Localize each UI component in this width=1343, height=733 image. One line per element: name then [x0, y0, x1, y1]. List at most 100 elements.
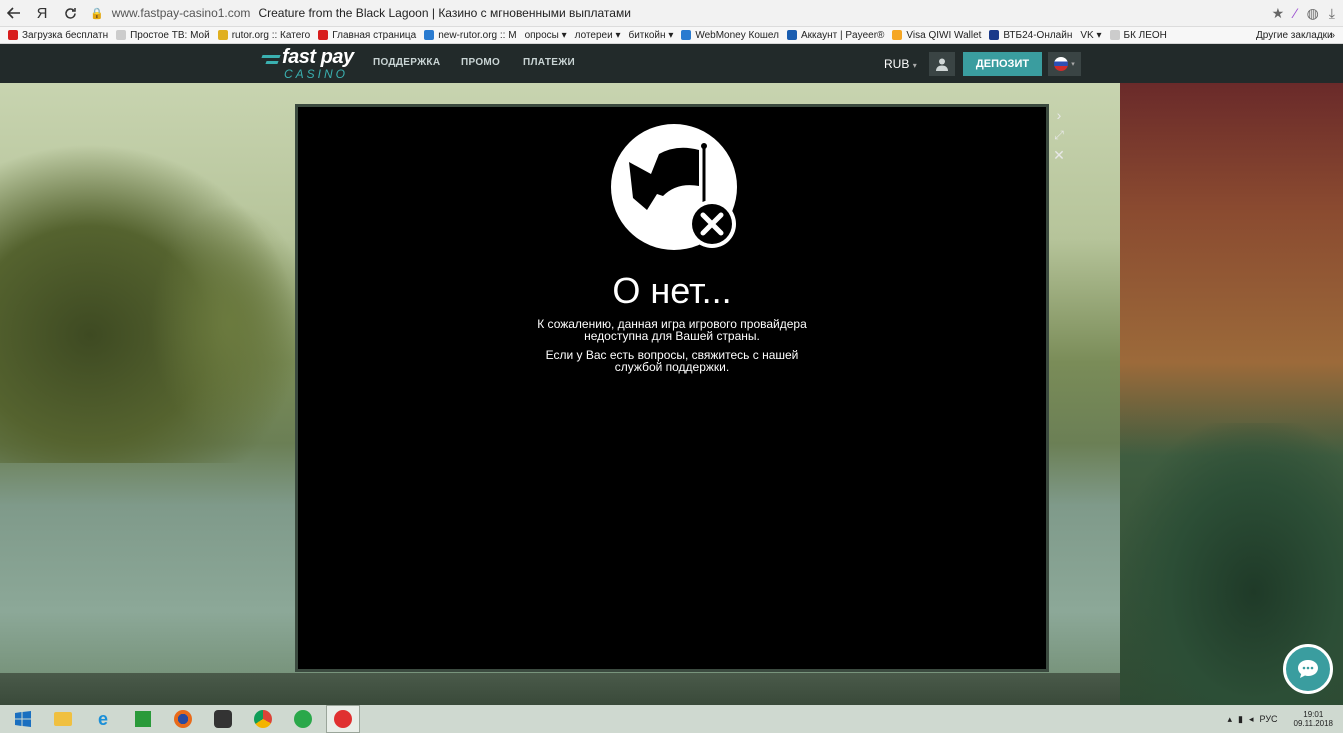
close-icon[interactable]: ✕ — [1053, 146, 1065, 164]
game-controls: › ⤢ ✕ — [1051, 106, 1067, 164]
error-title: О нет... — [612, 270, 732, 311]
error-line: недоступна для Вашей страны. — [584, 329, 760, 343]
chrome-taskbar-icon[interactable] — [246, 705, 280, 733]
bookmark-favicon-icon — [989, 30, 1000, 40]
bookmark-label: Загрузка бесплатн — [22, 29, 109, 41]
url-field[interactable]: 🔒 www.fastpay-casino1.com Creature from … — [90, 3, 1230, 23]
nox-taskbar-icon[interactable] — [206, 705, 240, 733]
taskbar: e ▴ ▮ ◂ РУС 19:01 09.11.2018 — [0, 705, 1343, 733]
bookmark-item[interactable]: VK ▾ — [1080, 30, 1101, 41]
a-app-taskbar-icon[interactable] — [286, 705, 320, 733]
user-button[interactable] — [929, 52, 955, 76]
bookmark-label: Visa QIWI Wallet — [906, 29, 982, 41]
nav-support[interactable]: ПОДДЕРЖКА — [373, 57, 440, 68]
back-button[interactable] — [0, 0, 28, 27]
yandex-button[interactable]: Я — [28, 0, 56, 27]
ie-taskbar-icon[interactable]: e — [86, 705, 120, 733]
browser-address-bar: Я 🔒 www.fastpay-casino1.com Creature fro… — [0, 0, 1343, 27]
bookmark-favicon-icon — [1109, 30, 1120, 40]
error-message: К сожалению, данная игра игрового провай… — [298, 318, 1046, 342]
chat-button[interactable] — [1283, 644, 1333, 694]
chevron-right-icon[interactable]: › — [1057, 106, 1062, 124]
bookmark-label: Главная страница — [332, 29, 417, 41]
language-indicator[interactable]: РУС — [1260, 714, 1278, 724]
logo-fast: fast pay — [282, 46, 354, 68]
bookmark-favicon-icon — [116, 30, 127, 40]
reload-icon — [64, 7, 76, 19]
star-icon[interactable]: ★ — [1272, 5, 1285, 22]
lock-icon: 🔒 — [90, 7, 104, 20]
bookmark-label: VK ▾ — [1080, 29, 1102, 41]
bookmark-item[interactable]: БК ЛЕОН — [1109, 29, 1167, 41]
bookmark-label: опросы ▾ — [524, 29, 567, 41]
bookmark-label: rutor.org :: Катего — [231, 29, 311, 41]
user-icon — [936, 58, 948, 71]
bookmark-label: new-rutor.org :: М — [438, 29, 517, 41]
support-line: службой поддержки. — [614, 360, 730, 374]
bookmark-favicon-icon — [8, 30, 18, 40]
chevron-down-icon: ▾ — [1071, 61, 1075, 68]
store-taskbar-icon[interactable] — [126, 705, 160, 733]
page-title: Creature from the Black Lagoon | Казино … — [258, 6, 631, 20]
bookmark-favicon-icon — [318, 30, 329, 40]
deposit-button[interactable]: ДЕПОЗИТ — [963, 52, 1042, 76]
chevron-down-icon: ▾ — [912, 61, 917, 70]
bookmark-item[interactable]: rutor.org :: Катего — [217, 29, 311, 41]
site-header: fast pay CASINO ПОДДЕРЖКА ПРОМО ПЛАТЕЖИ … — [0, 44, 1343, 83]
other-bookmarks[interactable]: Другие закладки — [1256, 30, 1333, 41]
currency-label: RUB — [884, 57, 910, 71]
bookmark-item[interactable]: Visa QIWI Wallet — [892, 30, 981, 41]
bookmark-favicon-icon — [217, 30, 228, 40]
bookmark-label: биткойн ▾ — [628, 29, 674, 41]
bookmark-favicon-icon — [681, 30, 692, 40]
reload-button[interactable] — [56, 0, 84, 27]
flag-error-icon — [629, 143, 736, 248]
bookmark-label: WebMoney Кошел — [695, 29, 779, 41]
bookmark-item[interactable]: Загрузка бесплатн — [8, 30, 108, 41]
nav-promo[interactable]: ПРОМО — [461, 57, 500, 68]
bookmark-item[interactable]: Аккаунт | Payeer® — [787, 30, 884, 41]
nav-payments[interactable]: ПЛАТЕЖИ — [523, 57, 575, 68]
chat-icon — [1298, 660, 1318, 678]
fullscreen-icon[interactable]: ⤢ — [1054, 126, 1064, 144]
error-illustration — [611, 124, 737, 250]
volume-icon[interactable]: ◂ — [1249, 714, 1254, 725]
bookmark-favicon-icon — [424, 30, 435, 40]
site-logo[interactable]: fast pay CASINO — [261, 46, 362, 82]
clock-date: 09.11.2018 — [1293, 719, 1333, 728]
firefox-taskbar-icon[interactable] — [166, 705, 200, 733]
bookmark-item[interactable]: Простое ТВ: Мой — [116, 30, 210, 41]
start-button[interactable] — [6, 705, 40, 733]
download-icon[interactable]: ⤓ — [1329, 5, 1335, 22]
bookmark-item[interactable]: лотереи ▾ — [575, 30, 621, 41]
bookmark-item[interactable]: опросы ▾ — [525, 30, 567, 41]
url-host: www.fastpay-casino1.com — [111, 6, 251, 20]
system-tray: ▴ ▮ ◂ РУС 19:01 09.11.2018 — [1228, 710, 1343, 728]
bookmark-item[interactable]: ВТБ24-Онлайн — [989, 30, 1072, 41]
bookmark-favicon-icon — [892, 30, 903, 40]
globe-icon[interactable]: ◍ — [1307, 5, 1319, 22]
bookmarks-bar: Загрузка бесплатн Простое ТВ: Мой rutor.or… — [0, 27, 1343, 44]
bookmark-item[interactable]: WebMoney Кошел — [681, 30, 779, 41]
bookmark-favicon-icon — [787, 30, 797, 40]
bookmark-item[interactable]: Главная страница — [318, 30, 416, 41]
bookmark-label: лотереи ▾ — [574, 29, 621, 41]
clock[interactable]: 19:01 09.11.2018 — [1294, 710, 1333, 728]
bookmark-label: Простое ТВ: Мой — [130, 29, 210, 41]
network-icon[interactable]: ▮ — [1238, 714, 1243, 725]
bookmark-label: БК ЛЕОН — [1123, 29, 1167, 41]
bookmark-label: ВТБ24-Онлайн — [1003, 29, 1073, 41]
logo-casino: CASINO — [284, 67, 349, 81]
currency-select[interactable]: RUB ▾ — [884, 57, 917, 71]
explorer-taskbar-icon[interactable] — [46, 705, 80, 733]
language-select[interactable]: ▾ — [1048, 52, 1081, 76]
clock-time: 19:01 — [1303, 710, 1324, 719]
russia-flag-icon — [1054, 57, 1069, 71]
bookmark-item[interactable]: new-rutor.org :: М — [424, 29, 517, 41]
pen-icon[interactable]: ⁄ — [1294, 5, 1296, 21]
bookmark-label: Аккаунт | Payeer® — [801, 29, 885, 41]
yandex-browser-taskbar-icon[interactable] — [326, 705, 360, 733]
bookmark-item[interactable]: биткойн ▾ — [628, 30, 673, 41]
game-frame: О нет... К сожалению, данная игра игрово… — [295, 104, 1049, 672]
tray-expand-icon[interactable]: ▴ — [1228, 714, 1233, 725]
